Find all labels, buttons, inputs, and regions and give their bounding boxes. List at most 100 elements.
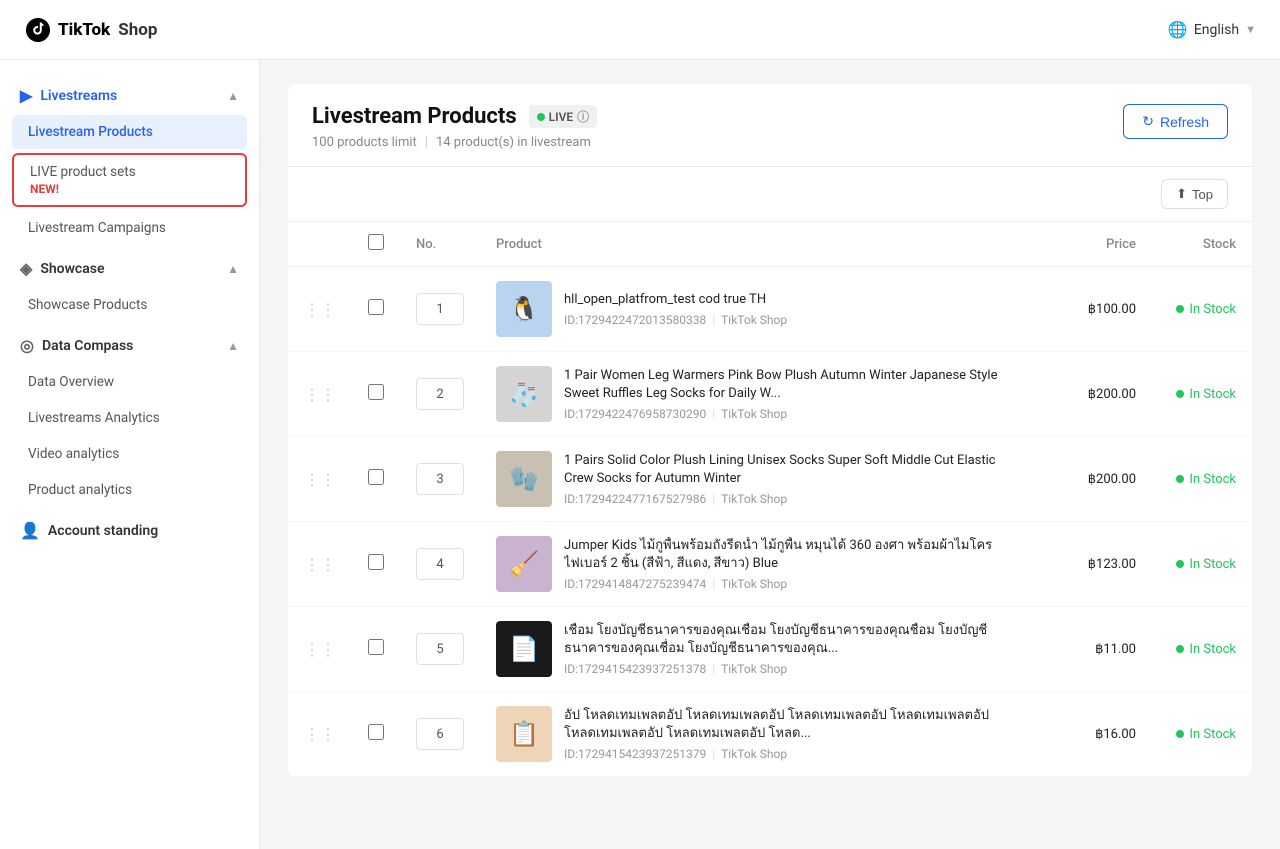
price-cell: ฿16.00	[1032, 692, 1152, 777]
drag-handle-cell: ⋮⋮	[288, 692, 352, 777]
live-badge-label: LIVE	[549, 110, 574, 124]
stock-cell: In Stock	[1152, 267, 1252, 352]
row-checkbox[interactable]	[368, 299, 384, 315]
product-details: hll_open_platfrom_test cod true TH ID:17…	[564, 291, 1016, 327]
live-badge: LIVE ⓘ	[529, 105, 598, 128]
sidebar-item-product-analytics[interactable]: Product analytics	[12, 473, 247, 507]
chevron-up-icon: ▲	[227, 89, 239, 103]
data-compass-items: Data Overview Livestreams Analytics Vide…	[0, 365, 259, 507]
table-row: ⋮⋮ 1 🐧 hll_open_platfrom_test cod true T…	[288, 267, 1252, 352]
drag-handle-icon[interactable]: ⋮⋮	[304, 300, 336, 319]
col-drag	[288, 222, 352, 267]
product-details: เชื่อม โยงบัญชีธนาคารของคุณเชื่อม โยงบัญ…	[564, 622, 1016, 676]
chevron-showcase-icon: ▲	[227, 262, 239, 276]
drag-handle-icon[interactable]: ⋮⋮	[304, 640, 336, 659]
checkbox-cell	[352, 522, 400, 607]
row-number: 5	[416, 633, 464, 665]
meta-separator: |	[712, 747, 715, 761]
refresh-button[interactable]: ↻ Refresh	[1123, 104, 1228, 139]
product-image: 🧦	[496, 366, 552, 422]
row-number: 3	[416, 463, 464, 495]
sidebar-section-header-data-compass[interactable]: ◎ Data Compass ▲	[0, 326, 259, 365]
in-stock-dot	[1176, 305, 1184, 313]
product-id: ID:1729414847275239474	[564, 577, 706, 591]
meta-separator: |	[712, 313, 715, 327]
sidebar-item-livestreams-analytics[interactable]: Livestreams Analytics	[12, 401, 247, 435]
products-limit-text: 100 products limit	[312, 135, 417, 150]
chevron-down-icon: ▼	[1245, 23, 1256, 36]
col-price: Price	[1032, 222, 1152, 267]
refresh-icon: ↻	[1142, 113, 1154, 130]
sidebar-section-data-compass: ◎ Data Compass ▲ Data Overview Livestrea…	[0, 326, 259, 507]
row-number: 4	[416, 548, 464, 580]
product-shop: TikTok Shop	[721, 747, 787, 761]
stock-status: In Stock	[1168, 302, 1236, 317]
in-stock-dot	[1176, 560, 1184, 568]
row-checkbox[interactable]	[368, 639, 384, 655]
showcase-items: Showcase Products	[0, 288, 259, 322]
number-cell: 4	[400, 522, 480, 607]
number-cell: 3	[400, 437, 480, 522]
sidebar-item-video-analytics[interactable]: Video analytics	[12, 437, 247, 471]
drag-handle-cell: ⋮⋮	[288, 352, 352, 437]
sidebar-item-showcase-products[interactable]: Showcase Products	[12, 288, 247, 322]
drag-handle-icon[interactable]: ⋮⋮	[304, 385, 336, 404]
product-meta: ID:1729415423937251378 | TikTok Shop	[564, 662, 1016, 676]
product-meta: ID:1729415423937251379 | TikTok Shop	[564, 747, 1016, 761]
sidebar-section-header-livestreams[interactable]: ▶ Livestreams ▲	[0, 76, 259, 115]
main-layout: ▶ Livestreams ▲ Livestream Products LIVE…	[0, 60, 1280, 849]
main-content: Livestream Products LIVE ⓘ 100 products …	[260, 60, 1280, 849]
account-icon: 👤	[20, 521, 40, 540]
stock-status: In Stock	[1168, 472, 1236, 487]
stock-status: In Stock	[1168, 727, 1236, 742]
sidebar-item-product-analytics-label: Product analytics	[28, 482, 132, 498]
product-shop: TikTok Shop	[721, 577, 787, 591]
row-checkbox[interactable]	[368, 469, 384, 485]
sidebar-item-data-overview[interactable]: Data Overview	[12, 365, 247, 399]
product-name: อัป โหลดเทมเพลตอัป โหลดเทมเพลตอัป โหลดเท…	[564, 707, 1016, 743]
product-id: ID:1729415423937251378	[564, 662, 706, 676]
product-shop: TikTok Shop	[721, 492, 787, 506]
row-checkbox[interactable]	[368, 724, 384, 740]
sidebar-section-header-account-standing[interactable]: 👤 Account standing	[0, 511, 259, 550]
row-number: 6	[416, 718, 464, 750]
number-cell: 6	[400, 692, 480, 777]
drag-handle-icon[interactable]: ⋮⋮	[304, 725, 336, 744]
sidebar-item-livestream-products-label: Livestream Products	[28, 124, 153, 140]
page-title-row: Livestream Products LIVE ⓘ	[312, 104, 597, 129]
top-button[interactable]: ⬆ Top	[1161, 179, 1228, 209]
product-meta: ID:1729422476958730290 | TikTok Shop	[564, 407, 1016, 421]
sidebar-section-data-compass-label: Data Compass	[42, 338, 133, 354]
sidebar-item-livestream-products[interactable]: Livestream Products	[12, 115, 247, 149]
stock-cell: In Stock	[1152, 607, 1252, 692]
number-cell: 5	[400, 607, 480, 692]
stock-cell: In Stock	[1152, 692, 1252, 777]
page-header-left: Livestream Products LIVE ⓘ 100 products …	[312, 104, 597, 150]
select-all-checkbox[interactable]	[368, 234, 384, 250]
checkbox-cell	[352, 267, 400, 352]
checkbox-cell	[352, 607, 400, 692]
product-shop: TikTok Shop	[721, 662, 787, 676]
product-info-container: 📄 เชื่อม โยงบัญชีธนาคารของคุณเชื่อม โยงบ…	[496, 621, 1016, 677]
sidebar-item-live-product-sets-label: LIVE product sets	[30, 164, 229, 180]
table-body: ⋮⋮ 1 🐧 hll_open_platfrom_test cod true T…	[288, 267, 1252, 777]
product-cell: 🧦 1 Pair Women Leg Warmers Pink Bow Plus…	[480, 352, 1032, 437]
logo-shop-text: Shop	[118, 20, 157, 40]
table-container: ⬆ Top No. Product Price Stock	[288, 167, 1252, 777]
drag-handle-icon[interactable]: ⋮⋮	[304, 555, 336, 574]
col-checkbox	[352, 222, 400, 267]
row-number: 2	[416, 378, 464, 410]
sidebar-item-livestream-campaigns[interactable]: Livestream Campaigns	[12, 211, 247, 245]
sidebar-item-livestream-campaigns-label: Livestream Campaigns	[28, 220, 166, 236]
product-id: ID:1729415423937251379	[564, 747, 706, 761]
sidebar-section-header-showcase[interactable]: ◈ Showcase ▲	[0, 249, 259, 288]
language-selector[interactable]: 🌐 English ▼	[1168, 20, 1256, 39]
col-product: Product	[480, 222, 1032, 267]
row-checkbox[interactable]	[368, 384, 384, 400]
number-cell: 1	[400, 267, 480, 352]
row-checkbox[interactable]	[368, 554, 384, 570]
drag-handle-icon[interactable]: ⋮⋮	[304, 470, 336, 489]
product-info-container: 🧤 1 Pairs Solid Color Plush Lining Unise…	[496, 451, 1016, 507]
sidebar-item-live-product-sets[interactable]: LIVE product sets NEW!	[12, 153, 247, 207]
subtitle-separator: |	[425, 135, 428, 150]
